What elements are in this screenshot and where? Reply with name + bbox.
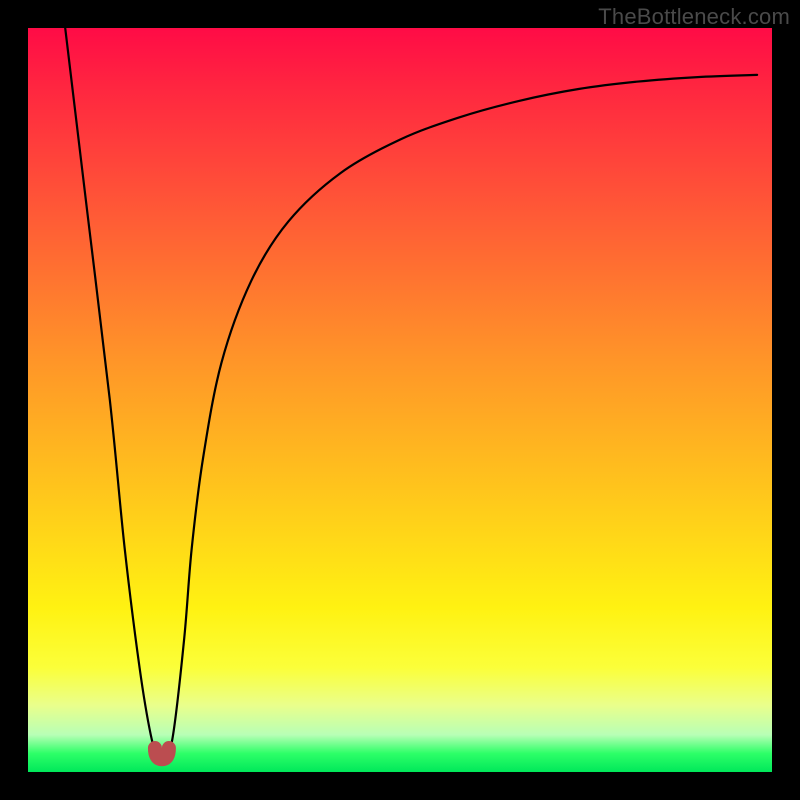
minimum-marker [155, 748, 169, 759]
chart-plot-area [28, 28, 772, 772]
chart-svg [28, 28, 772, 772]
bottleneck-curve [65, 28, 757, 760]
watermark-text: TheBottleneck.com [598, 4, 790, 30]
